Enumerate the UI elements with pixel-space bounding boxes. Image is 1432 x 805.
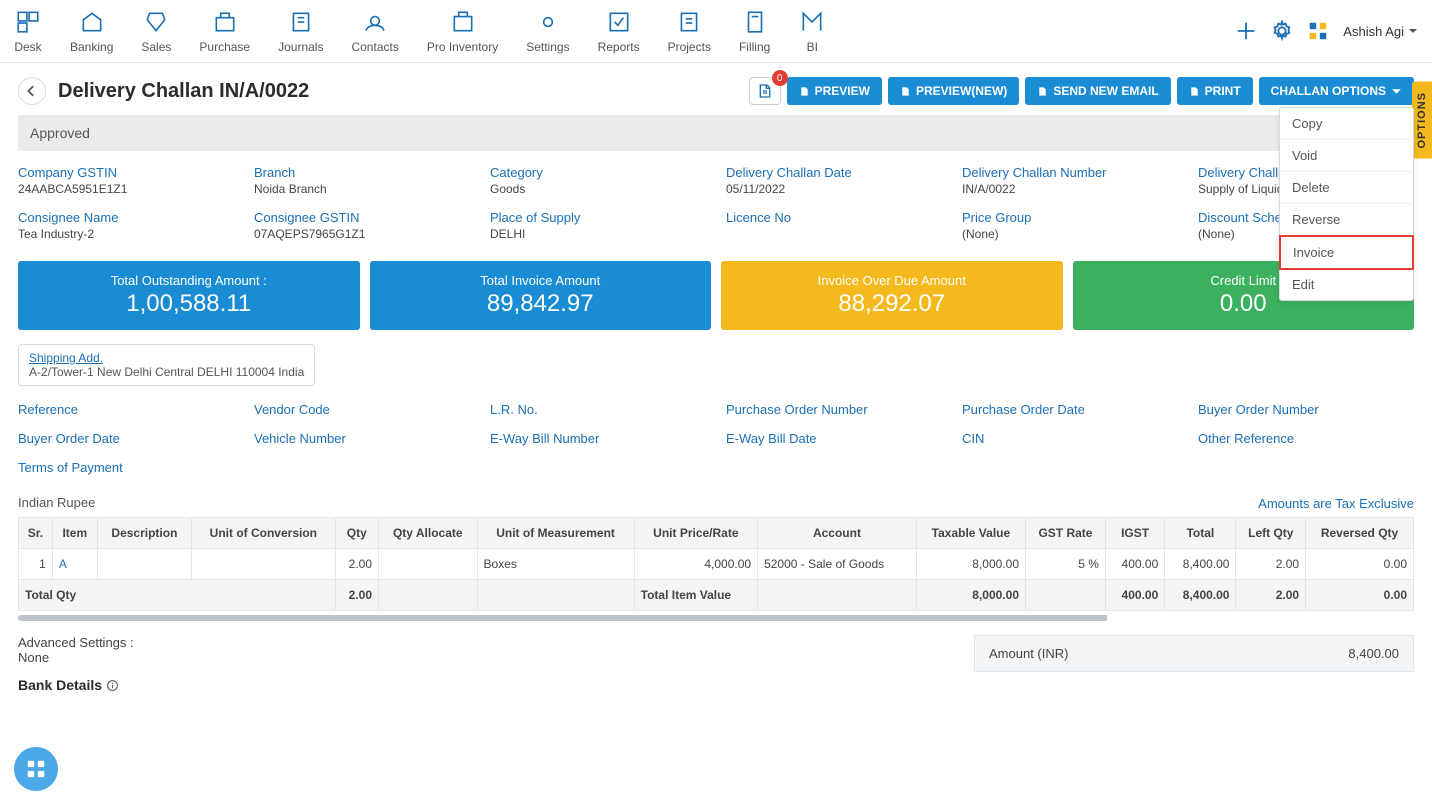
ref-vehicle-number: Vehicle Number bbox=[254, 431, 470, 446]
col-header: Description bbox=[97, 518, 191, 549]
info-icon bbox=[106, 679, 119, 692]
ref-purchase-order-date: Purchase Order Date bbox=[962, 402, 1178, 417]
fab-apps-button[interactable] bbox=[14, 747, 58, 791]
menu-delete[interactable]: Delete bbox=[1280, 172, 1413, 204]
meta-branch: BranchNoida Branch bbox=[254, 165, 470, 196]
col-header: Sr. bbox=[19, 518, 53, 549]
user-menu[interactable]: Ashish Agi bbox=[1343, 24, 1418, 39]
meta-price-group: Price Group(None) bbox=[962, 210, 1178, 241]
nav-bi[interactable]: BI bbox=[798, 8, 826, 54]
meta-consignee-gstin: Consignee GSTIN07AQEPS7965G1Z1 bbox=[254, 210, 470, 241]
print-button[interactable]: PRINT bbox=[1177, 77, 1253, 105]
col-header: Account bbox=[758, 518, 917, 549]
menu-void[interactable]: Void bbox=[1280, 140, 1413, 172]
bank-details-heading: Bank Details bbox=[18, 677, 134, 693]
shipping-value: A-2/Tower-1 New Delhi Central DELHI 1100… bbox=[29, 365, 304, 379]
nav-sales[interactable]: Sales bbox=[141, 8, 171, 54]
ref-reference: Reference bbox=[18, 402, 234, 417]
ref-buyer-order-number: Buyer Order Number bbox=[1198, 402, 1414, 417]
add-icon[interactable] bbox=[1235, 20, 1257, 42]
tax-note: Amounts are Tax Exclusive bbox=[18, 496, 1414, 511]
col-header: Left Qty bbox=[1236, 518, 1306, 549]
col-header: Unit of Conversion bbox=[192, 518, 336, 549]
meta-place-of-supply: Place of SupplyDELHI bbox=[490, 210, 706, 241]
menu-edit[interactable]: Edit bbox=[1280, 269, 1413, 300]
kpi-card: Invoice Over Due Amount88,292.07 bbox=[721, 261, 1063, 330]
menu-copy[interactable]: Copy bbox=[1280, 108, 1413, 140]
nav-pro-inventory[interactable]: Pro Inventory bbox=[427, 8, 498, 54]
col-header: IGST bbox=[1105, 518, 1164, 549]
nav-purchase[interactable]: Purchase bbox=[199, 8, 250, 54]
meta-delivery-challan-date: Delivery Challan Date05/11/2022 bbox=[726, 165, 942, 196]
col-header: Total bbox=[1165, 518, 1236, 549]
item-link[interactable]: A bbox=[59, 557, 67, 571]
preview-new-button[interactable]: PREVIEW(NEW) bbox=[888, 77, 1019, 105]
nav-banking[interactable]: Banking bbox=[70, 8, 113, 54]
ref-other-reference: Other Reference bbox=[1198, 431, 1414, 446]
back-button[interactable] bbox=[18, 77, 46, 105]
ref-buyer-order-date: Buyer Order Date bbox=[18, 431, 234, 446]
amount-summary: Amount (INR)8,400.00 bbox=[974, 635, 1414, 672]
menu-invoice[interactable]: Invoice bbox=[1279, 235, 1414, 270]
send-email-button[interactable]: SEND NEW EMAIL bbox=[1025, 77, 1170, 105]
ref-vendor-code: Vendor Code bbox=[254, 402, 470, 417]
shipping-address[interactable]: Shipping Add. A-2/Tower-1 New Delhi Cent… bbox=[18, 344, 315, 386]
apps-icon[interactable] bbox=[1307, 20, 1329, 42]
meta-category: CategoryGoods bbox=[490, 165, 706, 196]
col-header: Unit Price/Rate bbox=[634, 518, 757, 549]
nav-desk[interactable]: Desk bbox=[14, 8, 42, 54]
attachments-button[interactable]: 0 bbox=[749, 77, 781, 105]
nav-projects[interactable]: Projects bbox=[668, 8, 711, 54]
kpi-card: Total Invoice Amount89,842.97 bbox=[370, 261, 712, 330]
challan-options-button[interactable]: CHALLAN OPTIONS bbox=[1259, 77, 1414, 105]
col-header: Reversed Qty bbox=[1306, 518, 1414, 549]
nav-journals[interactable]: Journals bbox=[278, 8, 323, 54]
meta-delivery-challan-number: Delivery Challan NumberIN/A/0022 bbox=[962, 165, 1178, 196]
nav-filling[interactable]: Filling bbox=[739, 8, 770, 54]
advanced-settings: Advanced Settings :None bbox=[18, 635, 134, 665]
menu-reverse[interactable]: Reverse bbox=[1280, 204, 1413, 236]
meta-consignee-name: Consignee NameTea Industry-2 bbox=[18, 210, 234, 241]
col-header: Item bbox=[52, 518, 97, 549]
shipping-label: Shipping Add. bbox=[29, 351, 304, 365]
ref-purchase-order-number: Purchase Order Number bbox=[726, 402, 942, 417]
col-header: GST Rate bbox=[1026, 518, 1106, 549]
preview-button[interactable]: PREVIEW bbox=[787, 77, 882, 105]
meta-company-gstin: Company GSTIN24AABCA5951E1Z1 bbox=[18, 165, 234, 196]
top-nav: Desk Banking Sales Purchase Journals Contacts… bbox=[0, 0, 1432, 63]
col-header: Unit of Measurement bbox=[477, 518, 634, 549]
nav-reports[interactable]: Reports bbox=[598, 8, 640, 54]
nav-settings[interactable]: Settings bbox=[526, 8, 569, 54]
ref-e-way-bill-date: E-Way Bill Date bbox=[726, 431, 942, 446]
col-header: Taxable Value bbox=[916, 518, 1025, 549]
page-title: Delivery Challan IN/A/0022 bbox=[58, 80, 309, 103]
table-row: 1 A 2.00 Boxes 4,000.00 52000 - Sale of … bbox=[19, 549, 1414, 580]
table-footer: Total Qty 2.00 Total Item Value 8,000.00… bbox=[19, 580, 1414, 611]
options-tab[interactable]: OPTIONS bbox=[1412, 82, 1432, 159]
ref-terms-of-payment: Terms of Payment bbox=[18, 460, 234, 475]
ref-cin: CIN bbox=[962, 431, 1178, 446]
status-badge: Approved bbox=[18, 115, 1414, 151]
user-name: Ashish Agi bbox=[1343, 24, 1404, 39]
badge-count: 0 bbox=[772, 70, 788, 86]
items-table: Sr.ItemDescriptionUnit of ConversionQtyQ… bbox=[18, 517, 1414, 611]
challan-options-menu: CopyVoidDeleteReverseInvoiceEdit bbox=[1279, 107, 1414, 301]
nav-contacts[interactable]: Contacts bbox=[351, 8, 398, 54]
gear-icon[interactable] bbox=[1271, 20, 1293, 42]
ref-e-way-bill-number: E-Way Bill Number bbox=[490, 431, 706, 446]
col-header: Qty Allocate bbox=[379, 518, 478, 549]
kpi-card: Total Outstanding Amount :1,00,588.11 bbox=[18, 261, 360, 330]
ref-l-r--no-: L.R. No. bbox=[490, 402, 706, 417]
col-header: Qty bbox=[335, 518, 378, 549]
meta-licence-no: Licence No bbox=[726, 210, 942, 241]
